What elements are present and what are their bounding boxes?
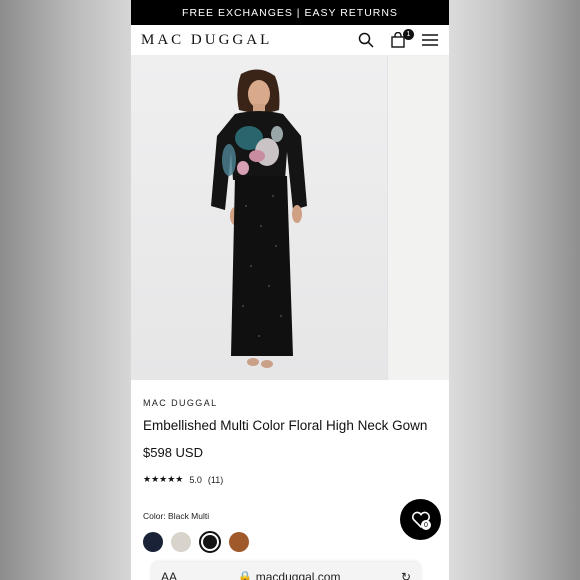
product-rating[interactable]: ★★★★★ 5.0 (11) [143, 474, 437, 485]
color-swatches [143, 531, 437, 553]
background-blur-left [0, 0, 131, 580]
url-text: macduggal.com [255, 570, 341, 580]
url-display[interactable]: 🔒 macduggal.com [237, 570, 340, 580]
menu-icon[interactable] [421, 31, 439, 49]
rating-stars-icon: ★★★★★ [143, 474, 184, 484]
promo-text: FREE EXCHANGES | EASY RETURNS [182, 6, 398, 19]
model-in-gown-image [211, 69, 307, 368]
browser-address-bar[interactable]: AA 🔒 macduggal.com ↻ [151, 562, 421, 580]
phone-screen: FREE EXCHANGES | EASY RETURNS MAC DUGGAL… [131, 0, 449, 580]
color-label: Color: Black Multi [143, 511, 210, 521]
wishlist-button[interactable]: 0 [400, 499, 441, 540]
background-blur-right [449, 0, 580, 580]
product-brand[interactable]: MAC DUGGAL [143, 398, 437, 408]
lock-icon: 🔒 [237, 570, 253, 580]
rating-value: 5.0 [189, 474, 202, 485]
swatch-copper[interactable] [229, 532, 249, 552]
swatch-black-multi[interactable] [199, 531, 221, 553]
site-header: MAC DUGGAL 1 [131, 25, 449, 56]
next-product-image-preview[interactable] [387, 56, 449, 380]
cart-icon[interactable]: 1 [389, 29, 414, 49]
search-icon[interactable] [357, 31, 375, 49]
product-title: Embellished Multi Color Floral High Neck… [143, 418, 428, 433]
text-size-button[interactable]: AA [161, 570, 177, 580]
review-count: (11) [207, 474, 224, 485]
wishlist-count-badge: 0 [421, 520, 431, 530]
swatch-navy[interactable] [143, 532, 163, 552]
product-price: $598 USD [143, 445, 203, 460]
swatch-silver[interactable] [171, 532, 191, 552]
site-logo[interactable]: MAC DUGGAL [141, 32, 272, 49]
reload-icon[interactable]: ↻ [401, 570, 411, 580]
promo-banner[interactable]: FREE EXCHANGES | EASY RETURNS [131, 0, 449, 25]
header-icons: 1 [357, 29, 439, 49]
product-image-gallery[interactable] [131, 56, 449, 380]
product-main-image[interactable] [131, 56, 387, 380]
cart-count-badge: 1 [403, 29, 414, 40]
